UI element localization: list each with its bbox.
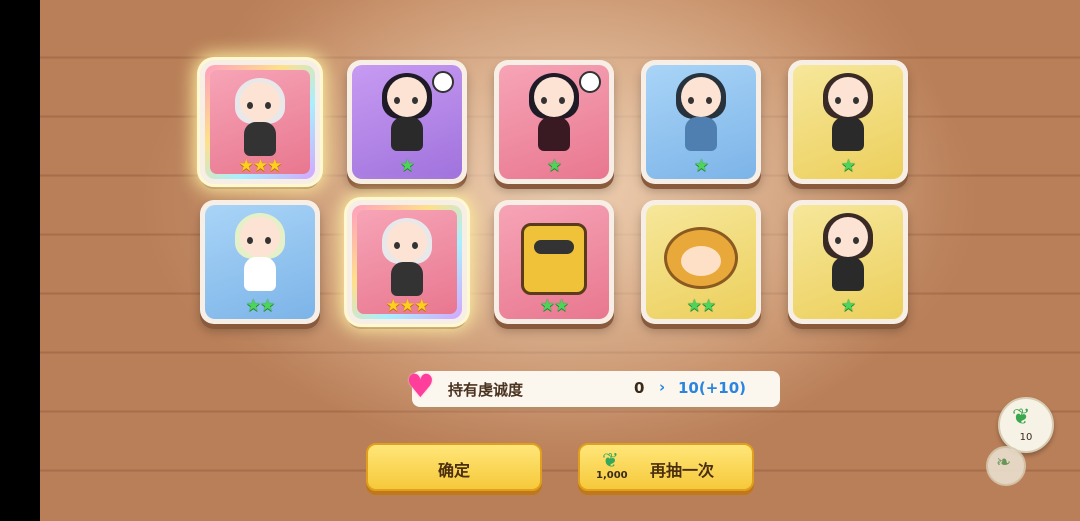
- loyalty-arrow: ›: [659, 378, 666, 396]
- reward-card[interactable]: ★★: [494, 200, 614, 324]
- draw-cost: 1,000: [596, 470, 628, 481]
- character-figure: [669, 73, 733, 155]
- card-portrait: ★: [352, 65, 462, 179]
- reward-card[interactable]: ★: [788, 200, 908, 324]
- rarity-stars: ★: [546, 156, 562, 176]
- reward-card[interactable]: ★★★: [200, 60, 320, 184]
- rarity-stars: ★★: [245, 296, 275, 316]
- rarity-stars: ★★★: [238, 156, 283, 176]
- sprout-icon: ❧: [996, 452, 1012, 473]
- loyalty-current-value: 0: [634, 379, 645, 397]
- rarity-stars: ★: [693, 156, 709, 176]
- character-figure: [228, 78, 292, 160]
- rarity-stars: ★★★: [385, 296, 430, 316]
- rarity-stars: ★★: [686, 296, 716, 316]
- card-portrait: ★: [646, 65, 756, 179]
- card-portrait: ★★: [499, 205, 609, 319]
- card-portrait: ★★★: [352, 205, 462, 319]
- sprout-button[interactable]: ❧: [986, 446, 1026, 486]
- reward-card[interactable]: ★: [641, 60, 761, 184]
- rarity-stars: ★: [840, 156, 856, 176]
- character-figure: [375, 218, 439, 300]
- confirm-button-label: 确定: [437, 461, 470, 480]
- loyalty-label: 持有虔诚度: [448, 381, 524, 399]
- card-portrait: ★: [793, 65, 903, 179]
- card-portrait: ★: [499, 65, 609, 179]
- confirm-button[interactable]: 确定: [366, 443, 542, 491]
- character-figure: [816, 73, 880, 155]
- card-portrait: ★★: [205, 205, 315, 319]
- rarity-stars: ★★: [539, 296, 569, 316]
- leaf-counter-button[interactable]: ❦ 10: [998, 397, 1054, 453]
- leaf-icon: ❦: [1012, 405, 1031, 430]
- card-portrait: ★★★: [205, 65, 315, 179]
- character-figure: [228, 213, 292, 295]
- reward-grid: ★★★ ★ ★ ★ ★ ★★ ★★★ ★★ ★★ ★: [200, 60, 940, 330]
- reward-card[interactable]: ★★★: [347, 200, 467, 324]
- draw-again-button[interactable]: ❦ 1,000 再抽一次: [578, 443, 754, 491]
- bee-character: [664, 227, 738, 289]
- skull-accessory-icon: [432, 71, 454, 93]
- reward-card[interactable]: ★: [494, 60, 614, 184]
- rarity-stars: ★: [399, 156, 415, 176]
- card-portrait: ★★: [646, 205, 756, 319]
- reward-card[interactable]: ★★: [641, 200, 761, 324]
- reward-card[interactable]: ★: [347, 60, 467, 184]
- rarity-stars: ★: [840, 296, 856, 316]
- reward-card[interactable]: ★★: [200, 200, 320, 324]
- reward-card[interactable]: ★: [788, 60, 908, 184]
- card-portrait: ★: [793, 205, 903, 319]
- loyalty-new-value: 10(+10): [678, 379, 747, 397]
- skull-accessory-icon: [579, 71, 601, 93]
- draw-again-label: 再抽一次: [650, 461, 715, 480]
- robot-character: [521, 223, 587, 295]
- character-figure: [816, 213, 880, 295]
- heart-icon: ♥: [406, 367, 435, 405]
- character-figure: [375, 73, 439, 155]
- loyalty-bar: ♥ 持有虔诚度 0 › 10(+10): [406, 369, 780, 407]
- leaf-count: 10: [1019, 432, 1033, 443]
- game-stage: ★★★ ★ ★ ★ ★ ★★ ★★★ ★★ ★★ ★ ♥ 持有虔诚度 0 › 10(+10): [40, 0, 1080, 521]
- character-figure: [522, 73, 586, 155]
- leaf-currency-icon: ❦: [602, 448, 619, 472]
